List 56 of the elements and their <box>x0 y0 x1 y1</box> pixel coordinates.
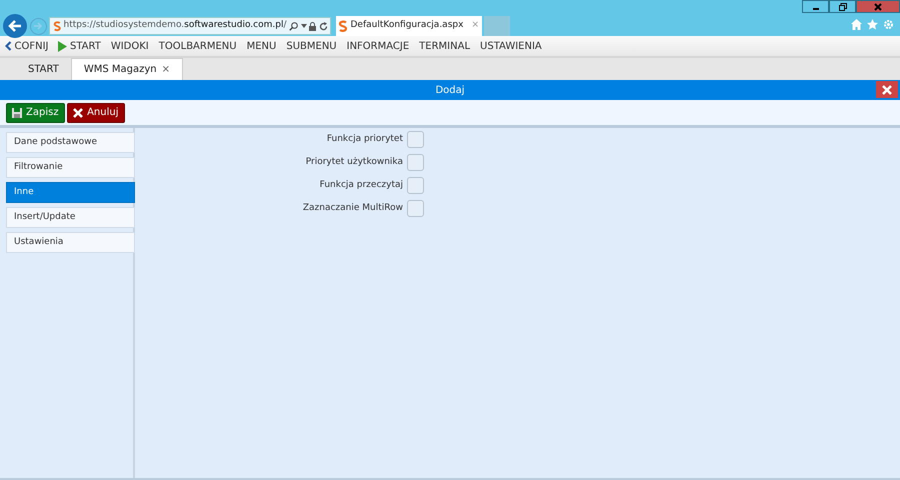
minimize-button[interactable] <box>802 0 829 13</box>
search-icon <box>289 22 298 30</box>
tab-close-button[interactable]: × <box>162 62 170 77</box>
sidebar-item[interactable]: Ustawienia <box>6 232 135 253</box>
back-button[interactable] <box>3 14 27 38</box>
save-button[interactable]: Zapisz <box>6 102 65 122</box>
sidebar-item[interactable]: Insert/Update <box>6 207 135 228</box>
tab[interactable]: WMS Magazyn × <box>70 58 184 80</box>
close-button[interactable] <box>856 0 900 13</box>
field-label: Funkcja przeczytaj <box>318 178 404 192</box>
play-icon <box>58 40 68 52</box>
close-icon <box>882 84 892 94</box>
browser-tab[interactable]: DefaultKonfiguracja.aspx × <box>336 16 482 36</box>
back-chevron-icon <box>5 41 12 51</box>
menu-item[interactable]: SUBMENU <box>286 38 337 54</box>
tab[interactable]: START <box>16 58 71 80</box>
menu-item[interactable]: USTAWIENIA <box>480 38 542 54</box>
home-icon[interactable] <box>851 19 862 30</box>
site-logo-icon <box>338 20 348 32</box>
field-label: Priorytet użytkownika <box>304 156 404 168</box>
url-text: https://studiosystemdemo.softwarestudio.com.pl/ <box>63 19 286 32</box>
checkbox[interactable] <box>407 200 424 216</box>
menu-item[interactable]: COFNIJ <box>5 38 48 54</box>
dialog-title: Dodaj <box>435 84 465 98</box>
back-arrow-icon <box>8 20 22 32</box>
field-label: Zaznaczanie MultiRow <box>302 202 404 214</box>
close-icon <box>874 2 882 10</box>
close-button[interactable] <box>876 81 898 98</box>
cancel-button[interactable]: Anuluj <box>67 102 124 122</box>
checkbox[interactable] <box>407 176 424 194</box>
menu-item[interactable]: MENU <box>246 38 276 54</box>
site-logo-icon <box>52 20 61 32</box>
sidebar-item[interactable]: Dane podstawowe <box>6 132 135 153</box>
menu-item[interactable]: TOOLBARMENU <box>158 38 237 54</box>
forward-arrow-icon <box>33 22 43 30</box>
menu-item[interactable]: WIDOKI <box>110 38 149 54</box>
menu-item[interactable]: TERMINAL <box>419 38 470 54</box>
close-icon <box>73 108 84 118</box>
refresh-icon <box>318 22 328 30</box>
checkbox[interactable] <box>407 130 424 148</box>
settings-icon[interactable] <box>883 19 894 30</box>
address-bar[interactable]: https://studiosystemdemo.softwarestudio.com.pl/ <box>49 17 331 35</box>
new-tab-button[interactable] <box>484 16 510 36</box>
tab-title: DefaultKonfiguracja.aspx <box>350 19 464 32</box>
star-icon[interactable] <box>867 19 878 30</box>
restore-button[interactable] <box>829 0 856 13</box>
menu-item[interactable]: START <box>58 38 101 54</box>
restore-icon <box>838 2 846 10</box>
forward-button[interactable] <box>30 18 46 34</box>
field-label: Funkcja priorytet <box>326 132 404 146</box>
lock-icon <box>309 22 316 30</box>
sidebar-item[interactable]: Inne <box>6 182 135 203</box>
checkbox[interactable] <box>407 154 424 170</box>
sidebar-item[interactable]: Filtrowanie <box>6 157 135 178</box>
menu-item[interactable]: INFORMACJE <box>346 38 410 54</box>
dropdown-caret-icon <box>300 24 306 28</box>
